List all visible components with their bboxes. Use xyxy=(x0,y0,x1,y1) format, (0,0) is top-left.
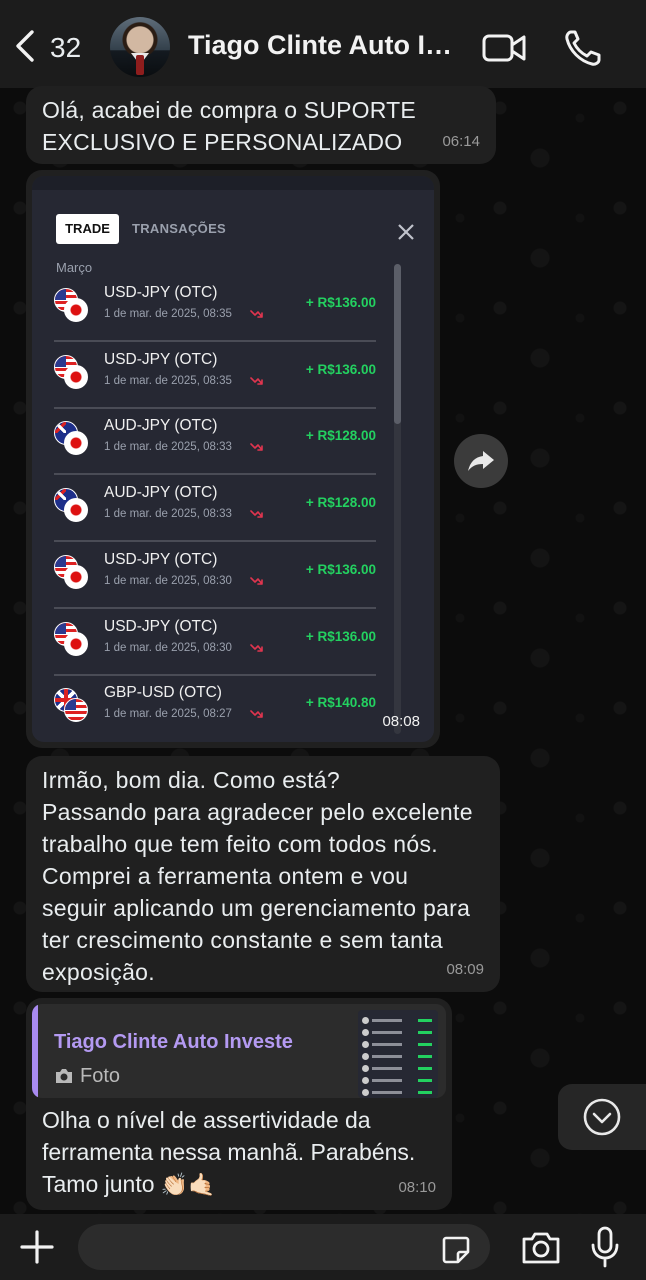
trade-pair: USD-JPY (OTC) xyxy=(104,550,218,568)
quote-author: Tiago Clinte Auto Investe xyxy=(54,1031,293,1053)
message-time: 08:08 xyxy=(382,713,420,730)
trend-down-icon xyxy=(250,376,263,385)
quoted-message[interactable]: Tiago Clinte Auto Investe Foto xyxy=(32,1004,446,1098)
forward-button[interactable] xyxy=(454,434,508,488)
phone-icon xyxy=(565,30,601,66)
image-scrollbar xyxy=(394,264,401,734)
back-button[interactable] xyxy=(10,28,50,68)
trade-amount: + R$140.80 xyxy=(305,695,376,711)
trend-down-icon xyxy=(250,310,263,318)
trade-pair: USD-JPY (OTC) xyxy=(104,284,218,301)
mic-icon[interactable] xyxy=(590,1226,620,1268)
camera-icon[interactable] xyxy=(520,1230,562,1266)
back-chevron-icon xyxy=(16,30,34,62)
message-text: Irmão, bom dia. Como está? Passando para… xyxy=(42,767,473,985)
trade-pair: USD-JPY (OTC) xyxy=(104,617,218,635)
trade-date: 1 de mar. de 2025, 08:35 xyxy=(104,308,232,320)
trade-row: USD-JPY (OTC) 1 de mar. de 2025, 08:30 + R… xyxy=(54,543,376,609)
trade-date: 1 de mar. de 2025, 08:33 xyxy=(104,441,232,454)
clap-hand-emoji: 👏🏻🤙🏻 xyxy=(160,1172,216,1197)
image-message[interactable]: TRADE TRANSAÇÕES Março USD-JPY (OTC) 1 de… xyxy=(26,170,440,748)
message-text: Olá, acabei de compra o SUPORTE EXCLUSIV… xyxy=(42,97,416,155)
currency-flags-icon xyxy=(54,488,92,523)
trend-down-icon xyxy=(250,710,263,718)
currency-flags-icon xyxy=(54,621,92,656)
composer-bar xyxy=(0,1214,646,1280)
trend-down-icon xyxy=(250,510,263,518)
scroll-down-icon xyxy=(583,1098,621,1136)
trend-down-icon xyxy=(250,576,263,585)
currency-flags-icon xyxy=(54,688,92,723)
trade-date: 1 de mar. de 2025, 08:30 xyxy=(104,574,232,587)
tab-transactions: TRANSAÇÕES xyxy=(132,221,227,236)
trade-row: USD-JPY (OTC) 1 de mar. de 2025, 08:35 + R… xyxy=(54,343,376,409)
trade-amount: + R$136.00 xyxy=(305,628,376,644)
trade-date: 1 de mar. de 2025, 08:30 xyxy=(104,641,232,654)
reply-message-bubble[interactable]: Tiago Clinte Auto Investe Foto Olha o ní… xyxy=(26,998,452,1210)
trade-date: 1 de mar. de 2025, 08:33 xyxy=(104,508,232,521)
trade-date: 1 de mar. de 2025, 08:27 xyxy=(104,708,232,721)
message-time: 06:14 xyxy=(442,133,480,150)
tab-trade: TRADE xyxy=(56,214,119,244)
trade-history-screenshot[interactable]: TRADE TRANSAÇÕES Março USD-JPY (OTC) 1 de… xyxy=(32,176,434,742)
trade-pair: GBP-USD (OTC) xyxy=(104,684,222,702)
trade-row: GBP-USD (OTC) 1 de mar. de 2025, 08:27 + R… xyxy=(54,676,376,742)
video-call-icon xyxy=(482,34,526,62)
trade-pair: USD-JPY (OTC) xyxy=(104,350,218,368)
voice-call-button[interactable] xyxy=(560,26,608,70)
message-bubble[interactable]: Irmão, bom dia. Como está? Passando para… xyxy=(26,756,500,992)
trade-date: 1 de mar. de 2025, 08:35 xyxy=(104,374,232,387)
trade-amount: + R$128.00 xyxy=(305,495,376,511)
message-input[interactable] xyxy=(78,1224,490,1270)
message-bubble[interactable]: Olá, acabei de compra o SUPORTE EXCLUSIV… xyxy=(26,86,496,164)
chat-header: 32 Tiago Clinte Auto Investe xyxy=(0,0,646,88)
currency-flags-icon xyxy=(54,288,92,322)
trade-amount: + R$128.00 xyxy=(305,428,376,444)
message-time: 08:10 xyxy=(398,1179,436,1196)
currency-flags-icon xyxy=(54,421,92,456)
trade-amount: + R$136.00 xyxy=(305,561,376,577)
trend-down-icon xyxy=(250,443,263,452)
trade-amount: + R$136.00 xyxy=(305,361,376,377)
video-call-button[interactable] xyxy=(480,26,528,70)
trade-row: AUD-JPY (OTC) 1 de mar. de 2025, 08:33 + R… xyxy=(54,476,376,543)
message-time: 08:09 xyxy=(446,961,484,978)
trade-amount: + R$136.00 xyxy=(305,295,376,310)
close-icon xyxy=(398,224,414,240)
camera-icon xyxy=(56,1069,72,1083)
sticker-icon[interactable] xyxy=(440,1234,472,1266)
message-text: Olha o nível de assertividade da ferrame… xyxy=(42,1104,442,1201)
currency-flags-icon xyxy=(54,554,92,589)
currency-flags-icon xyxy=(54,354,92,389)
trend-down-icon xyxy=(250,643,263,652)
month-label: Março xyxy=(56,260,93,275)
trade-row: USD-JPY (OTC) 1 de mar. de 2025, 08:35 + R… xyxy=(54,276,376,342)
forward-icon xyxy=(468,451,494,471)
unread-count[interactable]: 32 xyxy=(50,32,81,64)
quote-kind: Foto xyxy=(54,1060,120,1092)
trade-row: USD-JPY (OTC) 1 de mar. de 2025, 08:30 + R… xyxy=(54,610,376,676)
trade-pair: AUD-JPY (OTC) xyxy=(104,417,218,435)
avatar[interactable] xyxy=(110,17,170,77)
trade-row: AUD-JPY (OTC) 1 de mar. de 2025, 08:33 + R… xyxy=(54,409,376,476)
scroll-down-button[interactable] xyxy=(558,1084,646,1150)
trade-pair: AUD-JPY (OTC) xyxy=(104,484,218,502)
contact-name[interactable]: Tiago Clinte Auto Investe xyxy=(188,30,460,61)
quote-thumbnail xyxy=(358,1010,438,1098)
plus-icon[interactable] xyxy=(18,1228,56,1266)
